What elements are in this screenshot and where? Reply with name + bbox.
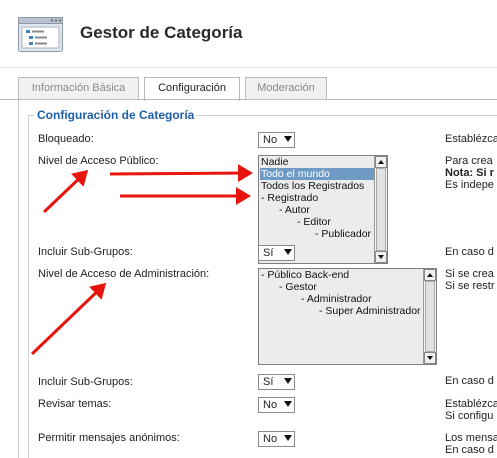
tab-configuracion[interactable]: Configuración: [144, 77, 240, 101]
tab-informacion-basica[interactable]: Información Básica: [18, 77, 139, 100]
admin-subgroups-value: Sí: [263, 376, 274, 388]
section-legend: Configuración de Categoría: [34, 108, 198, 122]
chevron-down-icon: [284, 136, 292, 142]
anonymous-desc-2: En caso d: [445, 444, 494, 456]
list-item[interactable]: Todos los Registrados: [261, 180, 364, 192]
review-select[interactable]: No: [258, 397, 295, 413]
list-item[interactable]: - Publicador: [315, 228, 371, 240]
list-item[interactable]: - Público Back-end: [261, 269, 349, 281]
tab-bar: Información Básica Configuración Moderac…: [18, 77, 497, 101]
list-item[interactable]: - Administrador: [301, 293, 372, 305]
page-title: Gestor de Categoría: [80, 23, 243, 42]
locked-label: Bloqueado:: [38, 133, 94, 145]
admin-access-desc-1: Si se crea: [445, 268, 494, 280]
page-header: Gestor de Categoría: [0, 0, 497, 68]
admin-access-scrollbar[interactable]: [423, 269, 436, 364]
locked-select[interactable]: No: [258, 132, 295, 148]
scroll-thumb[interactable]: [425, 281, 435, 352]
public-access-desc-1: Para crea: [445, 155, 493, 167]
admin-subgroups-select[interactable]: Sí: [258, 374, 295, 390]
review-desc-2: Si configu: [445, 410, 494, 422]
public-subgroups-value: Sí: [263, 247, 274, 259]
scroll-thumb[interactable]: [376, 168, 386, 251]
list-item[interactable]: - Registrado: [261, 192, 318, 204]
scroll-down-icon[interactable]: [424, 352, 436, 364]
public-access-desc-2: Nota: Si r: [445, 167, 494, 179]
public-access-scrollbar[interactable]: [374, 156, 387, 263]
locked-desc: Establézca: [445, 133, 497, 145]
admin-subgroups-label: Incluir Sub-Grupos:: [38, 376, 133, 388]
review-value: No: [263, 399, 278, 411]
category-manager-icon: [18, 14, 64, 54]
tab-moderacion[interactable]: Moderación: [245, 77, 327, 100]
public-access-desc-3: Es indepe: [445, 179, 494, 191]
chevron-down-icon: [284, 401, 292, 407]
list-item[interactable]: Nadie: [261, 156, 288, 168]
locked-select-value: No: [263, 134, 278, 146]
public-access-label: Nivel de Acceso Público:: [38, 155, 159, 167]
admin-subgroups-desc: En caso d: [445, 375, 494, 387]
admin-access-desc-2: Si se restr: [445, 280, 495, 292]
list-item[interactable]: - Super Administrador: [319, 305, 421, 317]
admin-access-label: Nivel de Acceso de Administración:: [38, 268, 210, 280]
list-item[interactable]: - Autor: [279, 204, 310, 216]
chevron-down-icon: [284, 435, 292, 441]
list-item[interactable]: - Editor: [297, 216, 331, 228]
public-subgroups-desc: En caso d: [445, 246, 494, 258]
scroll-down-icon[interactable]: [375, 251, 387, 263]
anonymous-desc-1: Los mensa: [445, 432, 497, 444]
public-subgroups-label: Incluir Sub-Grupos:: [38, 246, 133, 258]
anonymous-select[interactable]: No: [258, 431, 295, 447]
public-subgroups-select[interactable]: Sí: [258, 245, 295, 261]
list-item-selected[interactable]: Todo el mundo: [260, 168, 374, 180]
list-item[interactable]: - Gestor: [279, 281, 317, 293]
scroll-up-icon[interactable]: [424, 269, 436, 281]
scroll-up-icon[interactable]: [375, 156, 387, 168]
admin-access-listbox[interactable]: - Público Back-end - Gestor - Administra…: [258, 268, 437, 365]
review-label: Revisar temas:: [38, 398, 112, 410]
chevron-down-icon: [284, 249, 292, 255]
review-desc-1: Establézca: [445, 398, 497, 410]
anonymous-value: No: [263, 433, 278, 445]
anonymous-label: Permitir mensajes anónimos:: [38, 432, 180, 444]
chevron-down-icon: [284, 378, 292, 384]
